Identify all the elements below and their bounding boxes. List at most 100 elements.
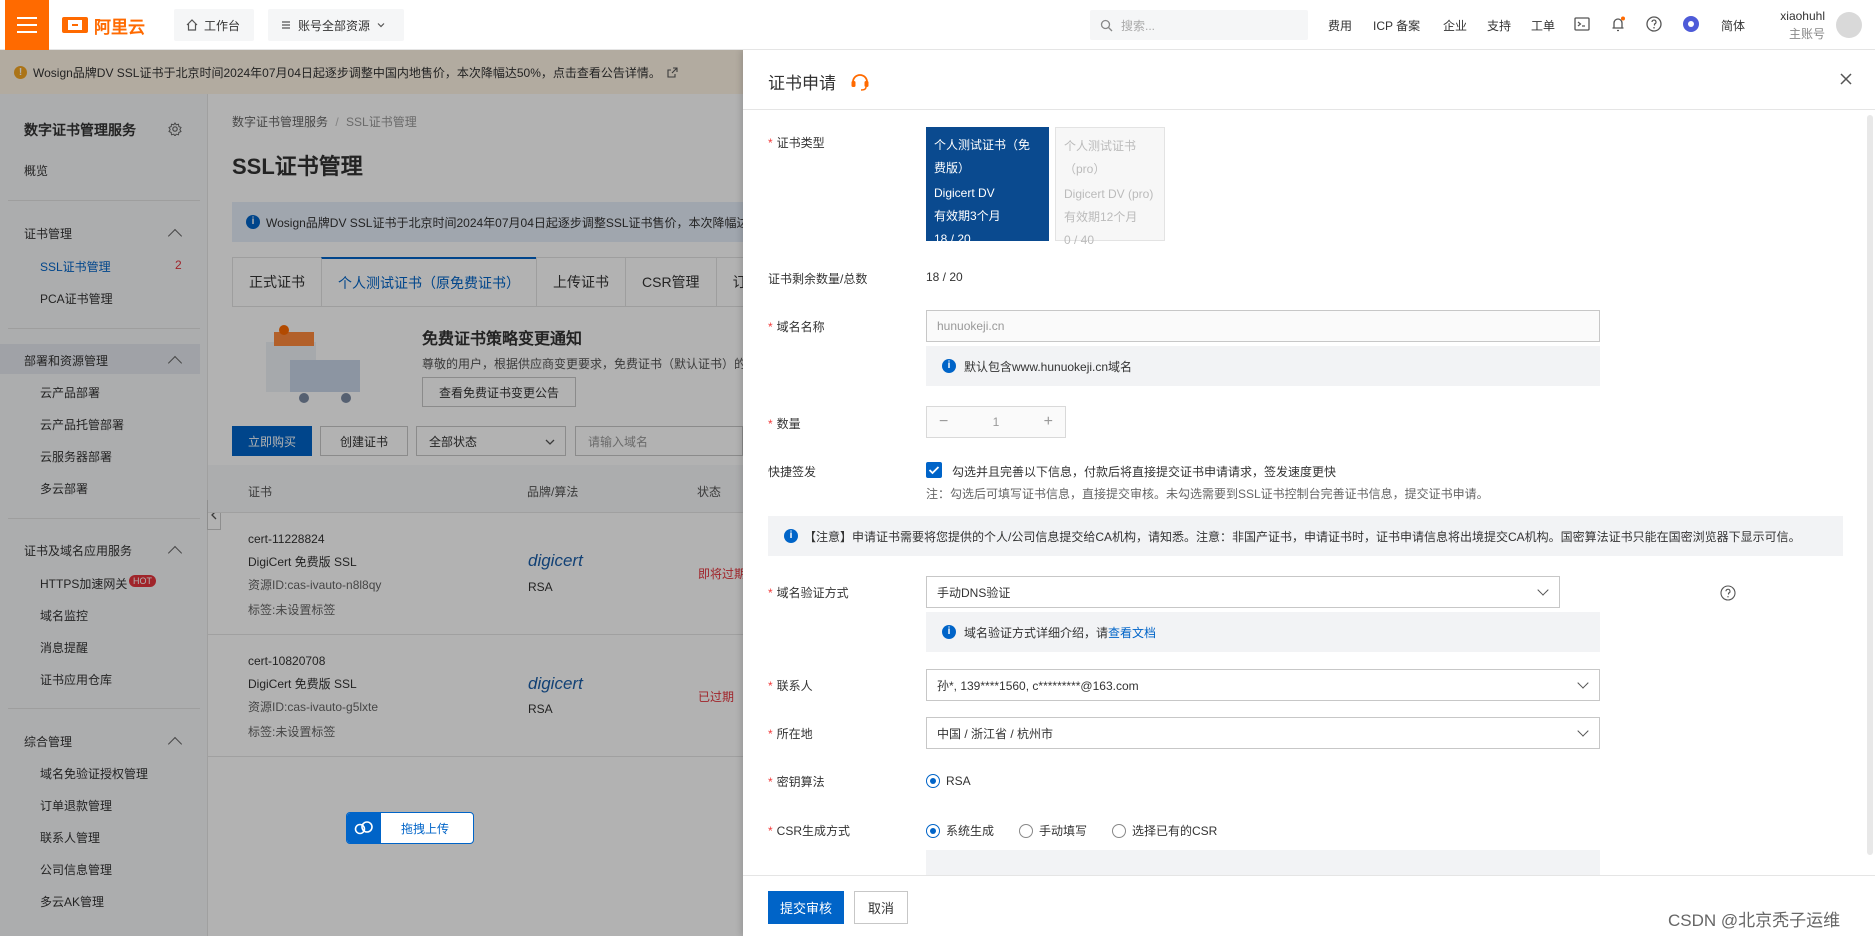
nav-link-ticket[interactable]: 工单 — [1531, 17, 1555, 34]
home-icon — [186, 19, 198, 31]
quantity-label-text: 数量 — [776, 417, 801, 431]
algo-radio-rsa[interactable]: RSA — [926, 774, 971, 788]
cert-card-title: 个人测试证书（免费版） — [934, 138, 1031, 175]
location-label: * 所在地 — [768, 727, 813, 741]
info-icon: i — [784, 529, 798, 543]
ca-warning-text: 【注意】申请证书需要将您提供的个人/公司信息提交给CA机构，请知悉。注意：非国产… — [804, 529, 1801, 544]
radio-unchecked-icon — [1019, 823, 1033, 838]
info-icon: i — [942, 625, 956, 639]
search-icon — [1100, 19, 1113, 31]
aliyun-logo[interactable]: 阿里云 — [62, 13, 145, 37]
logo-text: 阿里云 — [94, 17, 145, 37]
cert-card-brand: Digicert DV (pro) — [1064, 187, 1154, 201]
close-icon[interactable] — [1839, 72, 1853, 86]
algo-radio-label: RSA — [946, 774, 971, 788]
nav-link-support[interactable]: 支持 — [1487, 17, 1511, 34]
drawer-title: 证书申请 — [768, 74, 836, 93]
cert-card-free[interactable]: 个人测试证书（免费版） Digicert DV 有效期3个月 18 / 20 — [926, 127, 1049, 246]
domain-input-value: hunuokeji.cn — [937, 319, 1005, 333]
remaining-value: 18 / 20 — [926, 270, 963, 284]
cert-card-validity: 有效期12个月 — [1064, 210, 1138, 224]
contact-label: * 联系人 — [768, 679, 813, 693]
nav-link-enterprise[interactable]: 企业 — [1443, 17, 1467, 34]
hamburger-menu-icon[interactable] — [5, 0, 49, 50]
contact-select[interactable]: 孙*, 139****1560, c*********@163.com — [926, 669, 1600, 701]
cloud-upload-icon — [347, 813, 381, 843]
cert-type-label-text: 证书类型 — [776, 136, 825, 150]
verify-method-select[interactable]: 手动DNS验证 — [926, 576, 1560, 608]
submit-review-button[interactable]: 提交审核 — [768, 891, 844, 924]
csr-note — [926, 850, 1600, 875]
csr-radio-existing[interactable]: 选择已有的CSR — [1112, 822, 1217, 839]
search-placeholder: 搜索... — [1121, 18, 1156, 33]
plus-icon[interactable]: + — [1044, 413, 1053, 431]
drawer-scrollbar[interactable] — [1867, 115, 1873, 855]
modal-backdrop[interactable] — [0, 50, 743, 936]
language-switch[interactable]: 简体 — [1721, 17, 1745, 34]
workbench-button[interactable]: 工作台 — [174, 9, 254, 41]
verify-method-value: 手动DNS验证 — [937, 585, 1011, 600]
contact-value: 孙*, 139****1560, c*********@163.com — [937, 678, 1139, 693]
username: xiaohuhl — [1780, 9, 1825, 23]
info-icon: i — [942, 359, 956, 373]
domain-input[interactable]: hunuokeji.cn — [926, 310, 1600, 342]
account-resources-dropdown[interactable]: 账号全部资源 — [268, 9, 404, 41]
csr-method-label: * CSR生成方式 — [768, 824, 851, 838]
cert-type-label: * 证书类型 — [768, 136, 825, 150]
location-value: 中国 / 浙江省 / 杭州市 — [937, 726, 1054, 741]
domain-label-text: 域名名称 — [776, 320, 825, 334]
drag-upload-widget[interactable]: 拖拽上传 — [346, 812, 474, 844]
minus-icon[interactable]: − — [939, 413, 948, 431]
quick-issue-checkbox[interactable] — [926, 462, 942, 478]
aliyun-logo-mark — [62, 17, 88, 33]
user-account-menu[interactable]: xiaohuhl 主账号 — [1755, 9, 1825, 42]
nav-link-fees[interactable]: 费用 — [1328, 17, 1352, 34]
account-resources-label: 账号全部资源 — [298, 18, 371, 33]
help-icon[interactable] — [1720, 585, 1736, 601]
cert-card-title: 个人测试证书（pro） — [1064, 139, 1137, 176]
cert-card-validity: 有效期3个月 — [934, 209, 1001, 223]
cancel-button[interactable]: 取消 — [854, 891, 908, 924]
csr-radio-label: 选择已有的CSR — [1132, 824, 1218, 838]
chevron-down-icon — [1577, 677, 1589, 689]
quick-issue-text: 勾选并且完善以下信息，付款后将直接提交证书申请请求，签发速度更快 — [952, 465, 1337, 479]
chevron-down-icon — [377, 23, 385, 28]
domain-label: * 域名名称 — [768, 320, 825, 334]
csr-radio-manual[interactable]: 手动填写 — [1019, 822, 1087, 839]
cert-application-drawer: 证书申请 * 证书类型 个人测试证书（免费版） Digicert DV 有效期3个… — [743, 50, 1875, 936]
cert-card-pro[interactable]: 个人测试证书（pro） Digicert DV (pro) 有效期12个月 0 … — [1055, 127, 1165, 247]
ai-assistant-icon[interactable] — [1682, 15, 1700, 33]
workbench-label: 工作台 — [204, 18, 241, 33]
ca-warning-note: i 【注意】申请证书需要将您提供的个人/公司信息提交给CA机构，请知悉。注意：非… — [768, 516, 1843, 556]
csr-radio-system[interactable]: 系统生成 — [926, 822, 994, 839]
nav-link-icp[interactable]: ICP 备案 — [1373, 17, 1420, 34]
key-algo-label-text: 密钥算法 — [776, 775, 825, 789]
global-search-input[interactable]: 搜索... — [1090, 10, 1308, 40]
help-icon[interactable] — [1645, 15, 1663, 33]
list-icon — [282, 21, 290, 29]
top-navigation-bar: 阿里云 工作台 账号全部资源 搜索... 费用 ICP 备案 企业 支持 工单 … — [0, 0, 1875, 50]
csr-radio-label: 系统生成 — [946, 824, 995, 838]
quantity-label: * 数量 — [768, 417, 801, 431]
verify-method-note: i 域名验证方式详细介绍，请查看文档 — [926, 612, 1600, 652]
cert-card-brand: Digicert DV — [934, 186, 995, 200]
remaining-label: 证书剩余数量/总数 — [768, 272, 868, 286]
chevron-down-icon — [1577, 725, 1589, 737]
csr-method-label-text: CSR生成方式 — [776, 824, 851, 838]
account-role: 主账号 — [1788, 27, 1825, 41]
customer-service-icon[interactable] — [849, 70, 871, 92]
verify-method-label-text: 域名验证方式 — [776, 586, 849, 600]
domain-note-text: 默认包含www.hunuokeji.cn域名 — [964, 359, 1133, 374]
location-select[interactable]: 中国 / 浙江省 / 杭州市 — [926, 717, 1600, 749]
quick-issue-label: 快捷签发 — [768, 465, 817, 479]
radio-unchecked-icon — [1112, 823, 1126, 838]
terminal-icon[interactable] — [1573, 15, 1591, 33]
bell-icon[interactable] — [1609, 15, 1627, 33]
view-docs-link[interactable]: 查看文档 — [1108, 626, 1156, 640]
contact-label-text: 联系人 — [776, 679, 813, 693]
avatar[interactable] — [1836, 12, 1862, 38]
verify-method-label: * 域名验证方式 — [768, 586, 849, 600]
quick-issue-note: 注：勾选后可填写证书信息，直接提交审核。未勾选需要到SSL证书控制台完善证书信息… — [926, 487, 1489, 501]
quantity-value: 1 — [992, 415, 1000, 429]
quantity-stepper[interactable]: − 1 + — [926, 406, 1066, 438]
